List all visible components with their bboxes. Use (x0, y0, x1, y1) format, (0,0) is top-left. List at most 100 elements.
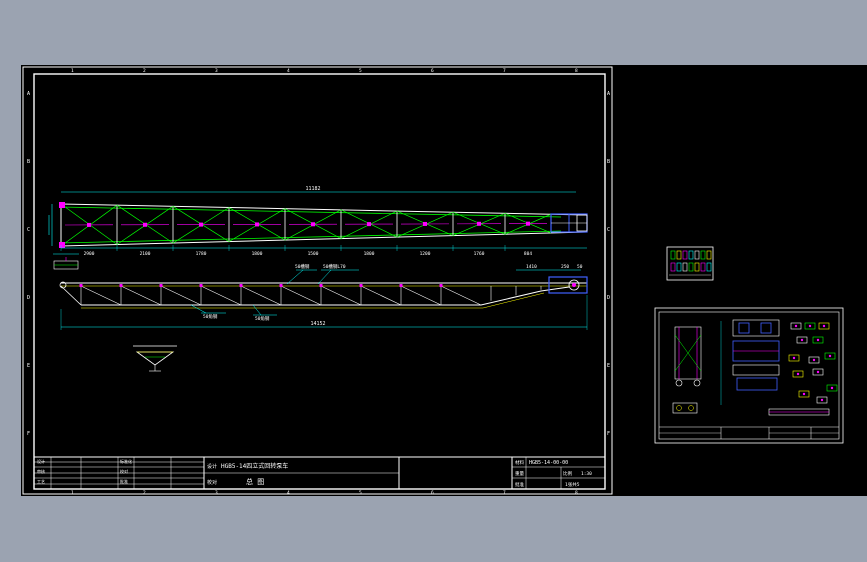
rev-label-2: 审核 (37, 468, 45, 474)
truss-node (477, 221, 481, 226)
truss-lacing-side (79, 284, 542, 306)
side-node (399, 284, 403, 287)
sheet-inner-border (33, 73, 606, 490)
side-diagonal (120, 285, 162, 306)
side-node (199, 284, 203, 287)
side-diagonal (440, 285, 482, 306)
zone-number-top: 1 (71, 68, 74, 74)
drawing-scale: 1:30 (581, 471, 592, 477)
truss-node (255, 222, 259, 227)
zone-letter-left: F (27, 431, 30, 437)
zone-letter-left: A (27, 91, 30, 97)
sheet-count: 1张共5 (565, 481, 580, 488)
segment-dim-text: 1780 (196, 251, 207, 257)
boom-top-view[interactable]: 11182 2900 2100 1780 1800 1500 1800 1200 1760 80… (48, 186, 588, 257)
cad-drawing-canvas[interactable]: A A B B C C D D E E F F 1 1 2 2 3 3 4 4 5 5 6 6 7 7 8 8 11182 2900… (21, 65, 867, 496)
detail-small-left (53, 253, 79, 270)
zone-number-top: 7 (503, 68, 506, 74)
side-node (79, 284, 83, 287)
title-block-label-5: 比例 (563, 470, 572, 477)
callout-1: 50槽钢 (295, 263, 310, 270)
zone-number-bottom: 6 (431, 490, 434, 496)
assembly-hole (820, 398, 824, 402)
side-diagonal (320, 285, 362, 306)
side-node (119, 284, 123, 287)
truss-node (87, 222, 91, 227)
thumbnail-sheet-assembly[interactable] (654, 307, 844, 444)
title-block-label-4: 重量 (515, 470, 524, 477)
segment-dim-text: 1500 (308, 251, 319, 257)
zone-number-bottom: 4 (287, 490, 290, 496)
cad-model-space[interactable]: A A B B C C D D E E F F 1 1 2 2 3 3 4 4 5 5 6 6 7 7 8 8 11182 2900… (21, 65, 867, 496)
tail-pin-top (59, 202, 65, 208)
assembly-hole (808, 324, 812, 328)
segment-dim-text: 1800 (364, 251, 375, 257)
hopper-section-detail (133, 345, 177, 372)
title-block-label-3: 材料 (515, 459, 524, 466)
zone-number-bottom: 2 (143, 490, 146, 496)
segment-dimensions: 2900 2100 1780 1800 1500 1800 1200 1760 804 (60, 245, 532, 257)
boom-side-view[interactable]: 1410 250 50 50槽钢 50槽钢L70 50角钢 50角钢 14152 (59, 263, 588, 330)
segment-dim-text: 1760 (474, 251, 485, 257)
assembly-hole (792, 356, 796, 360)
dim-text-right-b2: 50 (577, 264, 583, 270)
rev-label-4: 标准化 (120, 458, 132, 464)
tail-pin-bottom (59, 242, 65, 248)
thumbnail-sheet-small[interactable] (666, 246, 714, 281)
assembly-hole (816, 338, 820, 342)
drawing-title[interactable]: HGB5-14四立式回转泵车 (221, 462, 288, 470)
segment-dim-text: 2100 (140, 251, 151, 257)
head-block-side (548, 276, 588, 294)
zone-number-bottom: 8 (575, 490, 578, 496)
title-block-label-1: 设计 (207, 463, 217, 470)
zone-number-top: 4 (287, 68, 290, 74)
assembly-hole (822, 324, 826, 328)
top-chord-upper-inner (60, 206, 562, 218)
segment-dim-text: 2900 (84, 251, 95, 257)
side-node (359, 284, 363, 287)
rev-label-3: 工艺 (37, 479, 45, 484)
drawing-subtitle[interactable]: 总 图 (246, 477, 264, 486)
rev-label-1: 设计 (37, 458, 45, 464)
top-chord-lower (60, 231, 588, 247)
side-diagonal (160, 285, 202, 306)
zone-number-top: 3 (215, 68, 218, 74)
assembly-hole (828, 354, 832, 358)
rev-label-6: 批准 (120, 478, 128, 484)
assembly-hole (794, 324, 798, 328)
top-chord-lower-inner (60, 230, 562, 244)
sheet-outer-border (22, 66, 613, 495)
zone-number-top: 8 (575, 68, 578, 74)
assembly-hole (816, 370, 820, 374)
assembly-hole (800, 338, 804, 342)
truss-node (143, 222, 147, 227)
zone-number-top: 5 (359, 68, 362, 74)
zone-number-top: 2 (143, 68, 146, 74)
assembly-hole (802, 392, 806, 396)
dim-text-right-b1: 250 (561, 264, 569, 270)
side-diagonal (240, 285, 282, 306)
zone-number-bottom: 1 (71, 490, 74, 496)
zone-letter-left: C (27, 227, 30, 233)
side-diagonal (80, 285, 122, 306)
truss-node (199, 222, 203, 227)
truss-node (311, 222, 315, 227)
segment-dim-text: 1800 (252, 251, 263, 257)
zone-letter-right: A (607, 91, 610, 97)
segment-dim-text: 1200 (420, 251, 431, 257)
dim-text-overall-top: 11182 (305, 186, 320, 192)
zone-letter-right: D (607, 295, 610, 301)
title-block[interactable]: 设计 HGB5-14四立式回转泵车 校对 总 图 HGB5-14-00-00 材… (33, 456, 606, 490)
side-diagonal (280, 285, 322, 306)
title-block-label-6: 批准 (515, 481, 524, 488)
drawing-number[interactable]: HGB5-14-00-00 (529, 460, 568, 466)
assembly-hole (830, 386, 834, 390)
zone-letter-left: B (27, 159, 30, 165)
side-diagonal (200, 285, 242, 306)
border-zone-letters: A A B B C C D D E E F F (27, 91, 610, 437)
border-zone-numbers: 1 1 2 2 3 3 4 4 5 5 6 6 7 7 8 8 (71, 68, 578, 496)
zone-letter-right: F (607, 431, 610, 437)
segment-dim-text: 804 (524, 251, 532, 257)
truss-node (367, 222, 371, 227)
zone-number-bottom: 3 (215, 490, 218, 496)
